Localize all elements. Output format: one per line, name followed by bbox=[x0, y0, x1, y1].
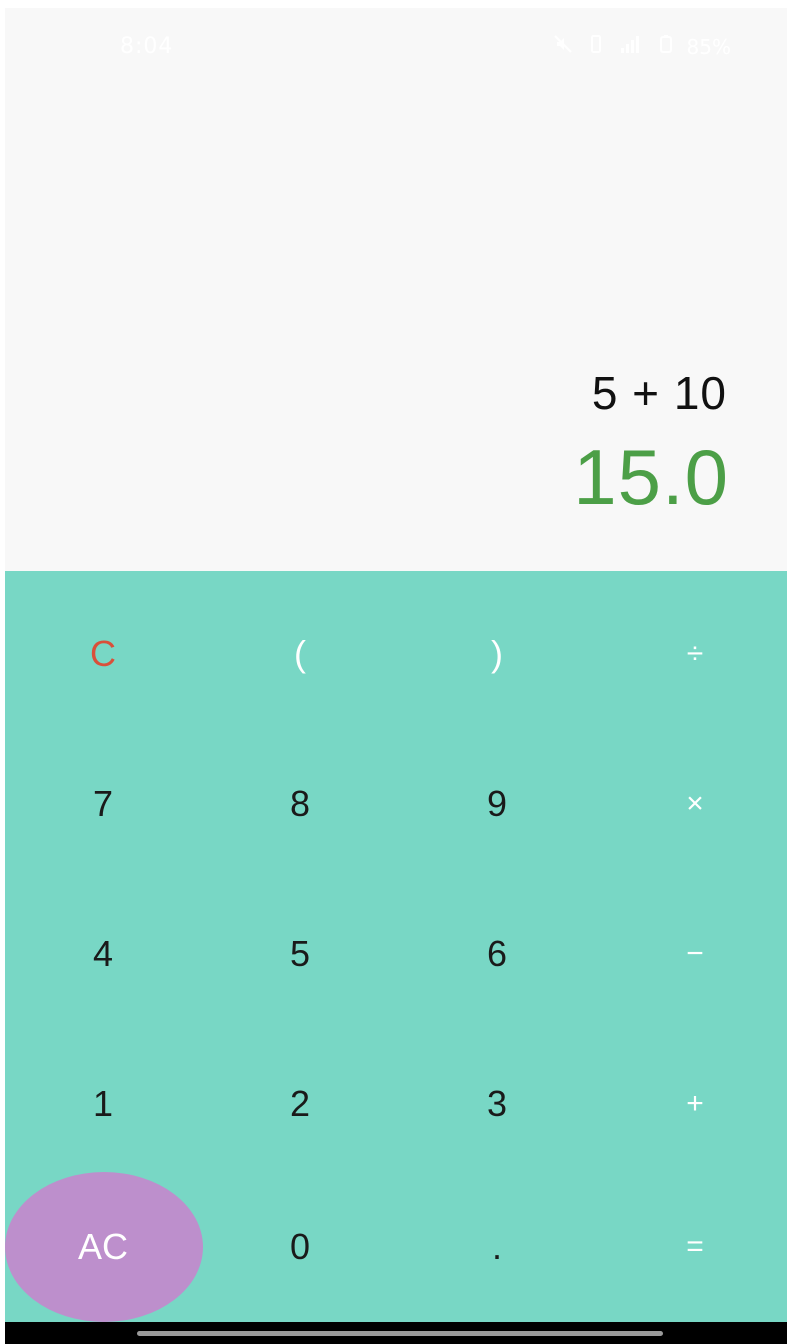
clear-button[interactable]: C bbox=[5, 579, 201, 729]
digit-9-button[interactable]: 9 bbox=[399, 729, 595, 879]
status-bar: 8:04 85% bbox=[5, 8, 787, 88]
add-button[interactable]: + bbox=[597, 1029, 787, 1179]
status-icons: 85% bbox=[553, 34, 731, 59]
multiply-button[interactable]: × bbox=[597, 729, 787, 879]
calculator-screen: 8:04 85% 5 + 10 15.0 C ( ) ÷ 7 8 9 × 4 5… bbox=[5, 8, 787, 1344]
expression-display: 5 + 10 bbox=[591, 367, 727, 419]
subtract-button[interactable]: − bbox=[597, 879, 787, 1029]
navigation-bar bbox=[5, 1322, 787, 1344]
close-paren-button[interactable]: ) bbox=[399, 579, 595, 729]
equals-button[interactable]: = bbox=[597, 1172, 787, 1322]
all-clear-button[interactable]: AC bbox=[5, 1172, 201, 1322]
open-paren-button[interactable]: ( bbox=[202, 579, 398, 729]
signal-icon bbox=[619, 34, 645, 59]
mute-icon bbox=[553, 34, 573, 59]
digit-0-button[interactable]: 0 bbox=[202, 1172, 398, 1322]
digit-4-button[interactable]: 4 bbox=[5, 879, 201, 1029]
status-time: 8:04 bbox=[120, 34, 174, 59]
digit-6-button[interactable]: 6 bbox=[399, 879, 595, 1029]
vibrate-icon bbox=[587, 34, 605, 59]
digit-3-button[interactable]: 3 bbox=[399, 1029, 595, 1179]
battery-percent: 85% bbox=[686, 34, 731, 59]
result-display: 15.0 bbox=[573, 433, 729, 521]
digit-8-button[interactable]: 8 bbox=[202, 729, 398, 879]
home-gesture-handle[interactable] bbox=[137, 1331, 663, 1336]
digit-2-button[interactable]: 2 bbox=[202, 1029, 398, 1179]
keypad: C ( ) ÷ 7 8 9 × 4 5 6 − 1 2 3 + AC 0 . = bbox=[5, 571, 787, 1322]
battery-icon bbox=[659, 34, 673, 59]
digit-1-button[interactable]: 1 bbox=[5, 1029, 201, 1179]
digit-5-button[interactable]: 5 bbox=[202, 879, 398, 1029]
digit-7-button[interactable]: 7 bbox=[5, 729, 201, 879]
decimal-button[interactable]: . bbox=[399, 1172, 595, 1322]
divide-button[interactable]: ÷ bbox=[597, 579, 787, 729]
